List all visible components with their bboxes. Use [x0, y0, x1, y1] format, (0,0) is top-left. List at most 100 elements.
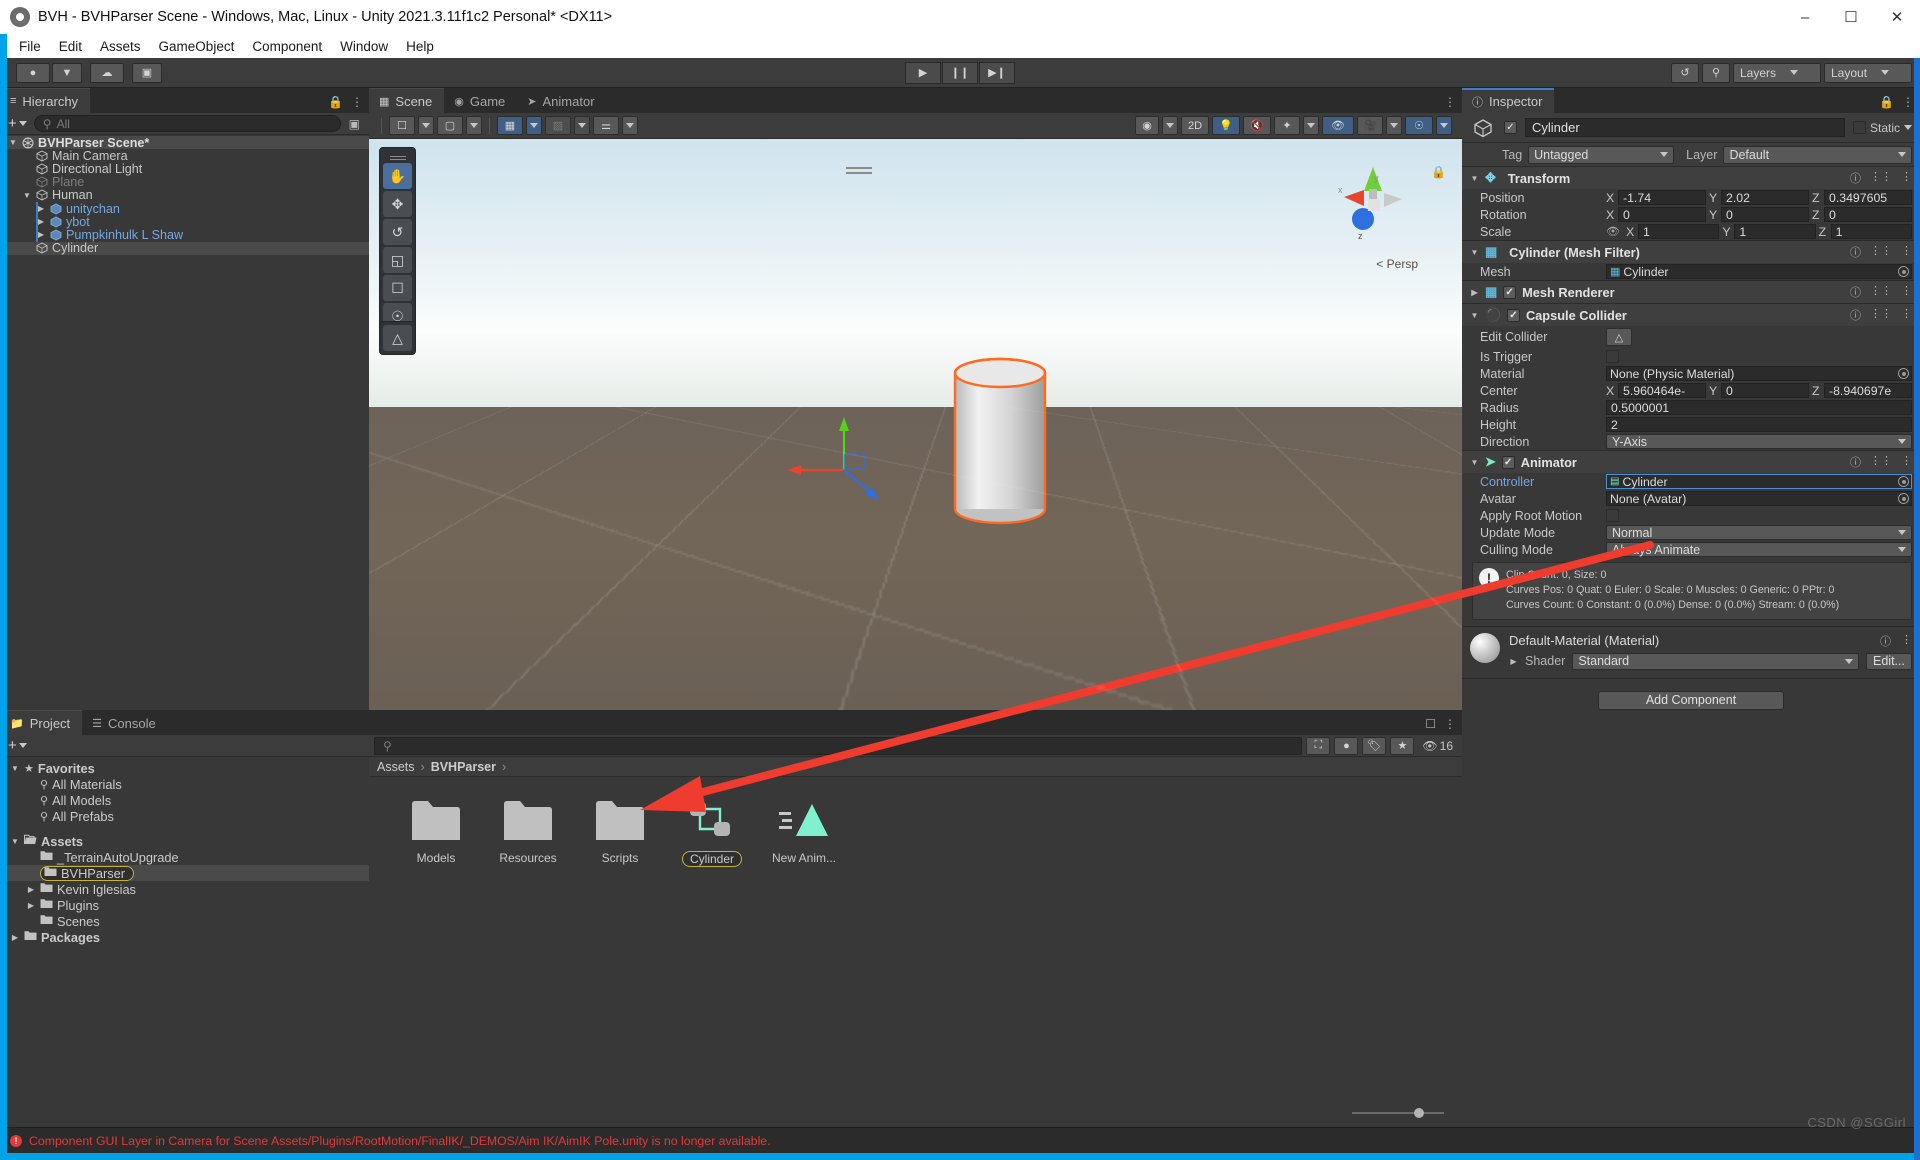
gizmos-globe-icon[interactable]: ☉ — [1405, 116, 1433, 135]
tab-console[interactable]: ☰ Console — [82, 710, 168, 735]
rotation-z-input[interactable]: 0 — [1824, 207, 1912, 222]
grid-y-icon[interactable]: ▦ — [497, 116, 523, 135]
tab-scene[interactable]: ▦ Scene — [369, 88, 444, 113]
direction-dropdown[interactable]: Y-Axis — [1606, 434, 1912, 449]
camera-icon[interactable]: 🎥 — [1357, 116, 1383, 135]
shader-edit-button[interactable]: Edit... — [1866, 653, 1912, 670]
kebab-icon[interactable]: ⋮ — [1901, 244, 1912, 260]
help-icon[interactable]: ⓘ — [1850, 284, 1861, 300]
preset-icon[interactable]: ⋮⋮ — [1870, 244, 1892, 260]
draw-mode-button[interactable]: ▢ — [437, 116, 463, 135]
collider-edit-icon[interactable]: △ — [383, 325, 412, 351]
expand-arrow-icon[interactable]: ▼ — [22, 191, 32, 200]
hierarchy-item-directional-light[interactable]: Directional Light — [0, 162, 369, 175]
preset-icon[interactable]: ⋮⋮ — [1870, 307, 1892, 323]
asset-item-resources[interactable]: Resources — [491, 795, 565, 865]
preset-icon[interactable]: ⋮⋮ — [1870, 284, 1892, 300]
expand-arrow-icon[interactable]: ▼ — [10, 764, 20, 773]
is-trigger-checkbox[interactable] — [1606, 350, 1619, 363]
draw-mode-dropdown[interactable] — [466, 116, 482, 135]
kebab-icon[interactable]: ⋮ — [1444, 717, 1456, 731]
mesh-renderer-enabled-checkbox[interactable]: ✓ — [1503, 286, 1516, 299]
scale-icon[interactable]: ◱ — [383, 247, 412, 273]
layer-dropdown[interactable]: Default — [1723, 146, 1912, 164]
gizmo-ball-icon[interactable]: ◉ — [1135, 116, 1159, 135]
scene-lock-icon[interactable]: 🔒 — [1431, 165, 1446, 179]
tab-game[interactable]: ◉ Game — [444, 88, 517, 113]
move-gizmo[interactable] — [769, 415, 909, 525]
object-picker-icon[interactable] — [1898, 493, 1909, 504]
kebab-icon[interactable]: ⋮ — [1444, 95, 1456, 109]
undo-history-icon[interactable]: ↺ — [1671, 63, 1699, 83]
transform-header[interactable]: ▼ ✥ Transform ⓘ ⋮⋮ ⋮ — [1462, 167, 1920, 189]
minimize-button[interactable]: – — [1782, 0, 1828, 34]
help-icon[interactable]: ⓘ — [1880, 633, 1891, 649]
kebab-icon[interactable]: ⋮ — [1901, 170, 1912, 186]
help-icon[interactable]: ⓘ — [1850, 244, 1861, 260]
tab-project[interactable]: 📁 Project — [0, 710, 82, 735]
capsule-collider-header[interactable]: ▼ ⚫ ✓ Capsule Collider ⓘ ⋮⋮ ⋮ — [1462, 304, 1920, 326]
component-tools-dropdown[interactable] — [622, 116, 638, 135]
shading-mode-dropdown[interactable] — [418, 116, 434, 135]
services-icon[interactable]: ▣ — [132, 63, 162, 83]
asset-item-models[interactable]: Models — [399, 795, 473, 865]
label-filter-icon[interactable]: 🏷 — [1362, 737, 1386, 755]
chevron-down-icon[interactable]: ▼ — [1470, 458, 1479, 467]
project-tree-item-all-prefabs[interactable]: ⚲All Prefabs — [0, 808, 369, 824]
hidden-assets-count[interactable]: 👁 16 — [1418, 739, 1457, 753]
menu-item-gameobject[interactable]: GameObject — [150, 37, 244, 56]
move-icon[interactable]: ✥ — [383, 191, 412, 217]
position-x-input[interactable]: -1.74 — [1618, 190, 1706, 205]
project-search-input[interactable]: ⚲ — [374, 737, 1302, 755]
cloud-icon[interactable]: ☁ — [90, 63, 124, 83]
gizmos-dropdown[interactable] — [1436, 116, 1452, 135]
project-tree-item-packages[interactable]: ▶Packages — [0, 929, 369, 945]
menu-item-file[interactable]: File — [10, 37, 50, 56]
status-bar[interactable]: ! Component GUI Layer in Camera for Scen… — [0, 1127, 1920, 1153]
rotation-x-input[interactable]: 0 — [1618, 207, 1706, 222]
palette-grip[interactable] — [383, 152, 412, 161]
expand-arrow-icon[interactable]: ▼ — [8, 138, 18, 147]
asset-zoom-slider[interactable] — [1352, 1107, 1444, 1119]
object-picker-icon[interactable] — [1898, 476, 1909, 487]
favorite-icon[interactable]: ★ — [1390, 737, 1414, 755]
project-add-button[interactable]: + — [5, 737, 30, 754]
asset-grid[interactable]: ModelsResourcesScriptsCylinderNew Anim..… — [369, 777, 1462, 1127]
save-search-icon[interactable]: ⛶ — [1306, 737, 1330, 755]
layout-dropdown[interactable]: Layout — [1824, 63, 1912, 83]
project-tree[interactable]: ▼★Favorites⚲All Materials⚲All Models⚲All… — [0, 757, 369, 1127]
hierarchy-search-input[interactable]: ⚲ All — [34, 115, 341, 132]
menu-item-window[interactable]: Window — [331, 37, 397, 56]
lock-icon[interactable]: 🔒 — [1879, 95, 1894, 109]
kebab-icon[interactable]: ⋮ — [1901, 284, 1912, 300]
pause-button[interactable]: ❙❙ — [942, 62, 978, 84]
rect-transform-icon[interactable]: ☐ — [383, 275, 412, 301]
kebab-icon[interactable]: ⋮ — [351, 95, 363, 109]
step-button[interactable]: ▶❙ — [979, 62, 1015, 84]
project-tree-item-favorites[interactable]: ▼★Favorites — [0, 760, 369, 776]
preset-icon[interactable]: ⋮⋮ — [1870, 454, 1892, 470]
menu-item-component[interactable]: Component — [243, 37, 331, 56]
ruler-icon[interactable]: ⚌ — [593, 116, 619, 135]
asset-item-cylinder[interactable]: Cylinder — [675, 795, 749, 867]
expand-arrow-icon[interactable]: ▶ — [10, 933, 20, 942]
hierarchy-item-main-camera[interactable]: Main Camera — [0, 149, 369, 162]
object-picker-icon[interactable] — [1898, 266, 1909, 277]
hierarchy-item-cylinder[interactable]: Cylinder — [0, 242, 369, 255]
light-bulb-icon[interactable]: 💡 — [1212, 116, 1240, 135]
gizmos-dropdown-caret[interactable] — [1162, 116, 1178, 135]
account-dropdown[interactable]: ▼ — [52, 63, 82, 83]
scene-viewport[interactable]: y x z < Persp 🔒 ✋ ✥ ↺ ◱ — [369, 139, 1462, 710]
hierarchy-item-pumpkinhulk-l-shaw[interactable]: ▶Pumpkinhulk L Shaw — [0, 228, 369, 241]
help-icon[interactable]: ⓘ — [1850, 307, 1861, 323]
scale-y-input[interactable]: 1 — [1734, 224, 1815, 239]
expand-arrow-icon[interactable]: ▶ — [26, 901, 36, 910]
kebab-icon[interactable]: ⋮ — [1901, 633, 1912, 649]
expand-arrow-icon[interactable]: ▼ — [10, 837, 20, 846]
hierarchy-tree[interactable]: ▼BVHParser Scene*Main CameraDirectional … — [0, 135, 369, 710]
menu-item-edit[interactable]: Edit — [50, 37, 91, 56]
breadcrumb-bvhparser[interactable]: BVHParser — [431, 760, 496, 774]
kebab-icon[interactable]: ⋮ — [1901, 307, 1912, 323]
chevron-right-icon[interactable]: ▶ — [1509, 657, 1518, 666]
hierarchy-item-human[interactable]: ▼Human — [0, 189, 369, 202]
